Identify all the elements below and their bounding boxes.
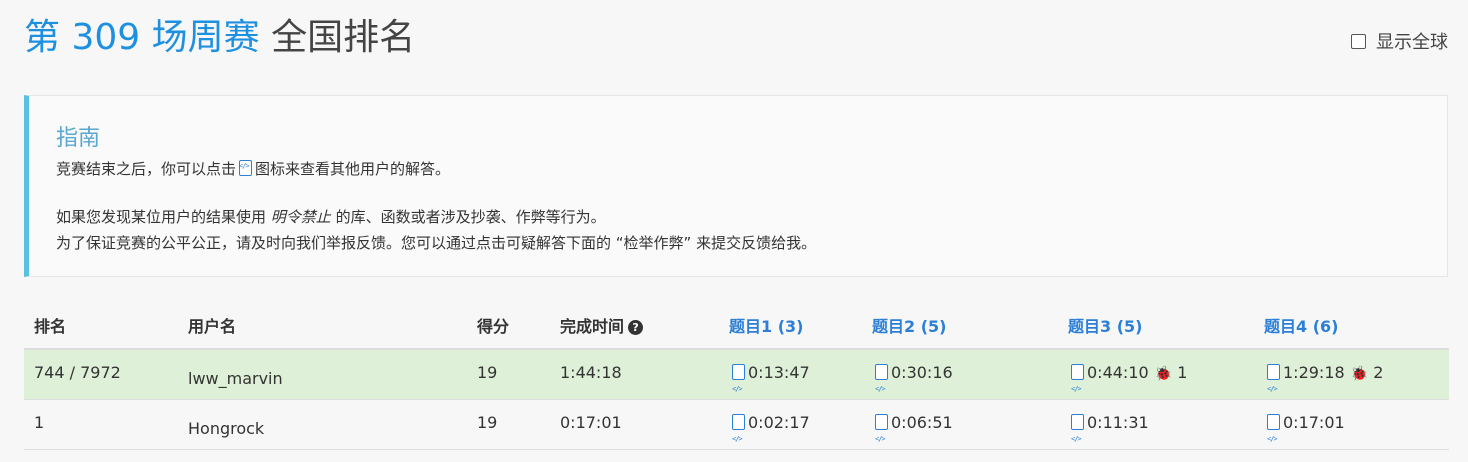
header-score: 得分	[477, 317, 510, 336]
guide-line-3: 为了保证竞赛的公平公正，请及时向我们举报反馈。您可以通过点击可疑解答下面的 “检…	[56, 234, 817, 252]
question-3-result: 0:44:10 🐞 1	[1068, 350, 1188, 412]
score-cell: 19	[477, 363, 498, 382]
code-file-icon	[239, 160, 253, 176]
guide-title: 指南	[56, 126, 101, 151]
question-3-penalty: 1	[1177, 363, 1188, 382]
code-file-icon[interactable]	[1071, 414, 1084, 462]
table-header: 排名 用户名 得分 完成时间? 题目1 (3) 题目2 (5) 题目3 (5) …	[24, 305, 1449, 350]
header-time: 完成时间?	[560, 305, 644, 349]
score-cell: 19	[477, 413, 498, 432]
table-row: 744 / 7972 lww_marvin 19 1:44:18 0:13:47…	[24, 350, 1449, 412]
header-question-2[interactable]: 题目2 (5)	[872, 305, 946, 349]
question-2-time: 0:30:16	[891, 363, 953, 382]
code-file-icon[interactable]	[732, 364, 745, 412]
rank-cell: 744 / 7972	[34, 363, 121, 382]
code-file-icon[interactable]	[875, 414, 888, 462]
ranking-subtitle: 全国排名	[271, 17, 416, 58]
code-file-icon[interactable]	[1071, 364, 1084, 412]
guide-panel: 指南 竞赛结束之后，你可以点击图标来查看其他用户的解答。 如果您发现某位用户的结…	[24, 95, 1448, 277]
show-global-toggle[interactable]: 显示全球	[1351, 28, 1448, 54]
header-question-4[interactable]: 题目4 (6)	[1264, 305, 1338, 349]
guide-line-2-pre: 如果您发现某位用户的结果使用	[56, 208, 267, 226]
question-4-result: 0:17:01	[1264, 400, 1345, 462]
table-row: 1 Hongrock 19 0:17:01 0:02:17 0:06:51 0:…	[24, 400, 1449, 462]
guide-line-2-post: 的库、函数或者涉及抄袭、作弊等行为。	[335, 208, 606, 226]
guide-line-2-emphasis: 明令禁止	[270, 208, 331, 226]
header-time-label: 完成时间	[560, 317, 625, 336]
guide-line-1-pre: 竞赛结束之后，你可以点击	[56, 160, 237, 178]
guide-line-1-post: 图标来查看其他用户的解答。	[255, 160, 451, 178]
username-link[interactable]: lww_marvin	[188, 356, 283, 402]
header-user: 用户名	[188, 317, 237, 336]
page-title: 第 309 场周赛 全国排名	[24, 14, 415, 62]
contest-title[interactable]: 第 309 场周赛	[24, 17, 260, 58]
question-3-time: 0:44:10	[1087, 363, 1149, 382]
header-rank: 排名	[34, 317, 67, 336]
header-question-1[interactable]: 题目1 (3)	[729, 305, 803, 349]
question-4-penalty: 2	[1373, 363, 1384, 382]
question-2-time: 0:06:51	[891, 413, 953, 432]
header-question-3[interactable]: 题目3 (5)	[1068, 305, 1142, 349]
show-global-checkbox[interactable]	[1351, 33, 1366, 49]
code-file-icon[interactable]	[875, 364, 888, 412]
question-1-time: 0:13:47	[748, 363, 810, 382]
question-2-result: 0:06:51	[872, 400, 953, 462]
code-file-icon[interactable]	[1267, 364, 1280, 412]
guide-line-1: 竞赛结束之后，你可以点击图标来查看其他用户的解答。	[56, 158, 450, 179]
ranking-table: 排名 用户名 得分 完成时间? 题目1 (3) 题目2 (5) 题目3 (5) …	[24, 305, 1449, 462]
question-4-time: 1:29:18	[1283, 363, 1345, 382]
question-1-result: 0:13:47	[729, 350, 810, 412]
question-4-result: 1:29:18 🐞 2	[1264, 350, 1384, 412]
question-circle-icon[interactable]: ?	[628, 320, 644, 335]
question-4-time: 0:17:01	[1283, 413, 1345, 432]
finish-time-cell: 1:44:18	[560, 363, 622, 382]
code-file-icon[interactable]	[1267, 414, 1280, 462]
question-1-result: 0:02:17	[729, 400, 810, 462]
question-2-result: 0:30:16	[872, 350, 953, 412]
show-global-label[interactable]: 显示全球	[1376, 28, 1448, 54]
finish-time-cell: 0:17:01	[560, 413, 622, 432]
bug-icon: 🐞	[1350, 366, 1369, 382]
question-3-time: 0:11:31	[1087, 413, 1149, 432]
guide-line-2: 如果您发现某位用户的结果使用 明令禁止 的库、函数或者涉及抄袭、作弊等行为。	[56, 206, 606, 227]
question-3-result: 0:11:31	[1068, 400, 1149, 462]
bug-icon: 🐞	[1154, 366, 1173, 382]
question-1-time: 0:02:17	[748, 413, 810, 432]
code-file-icon[interactable]	[732, 414, 745, 462]
rank-cell: 1	[34, 413, 45, 432]
username-link[interactable]: Hongrock	[188, 406, 264, 452]
